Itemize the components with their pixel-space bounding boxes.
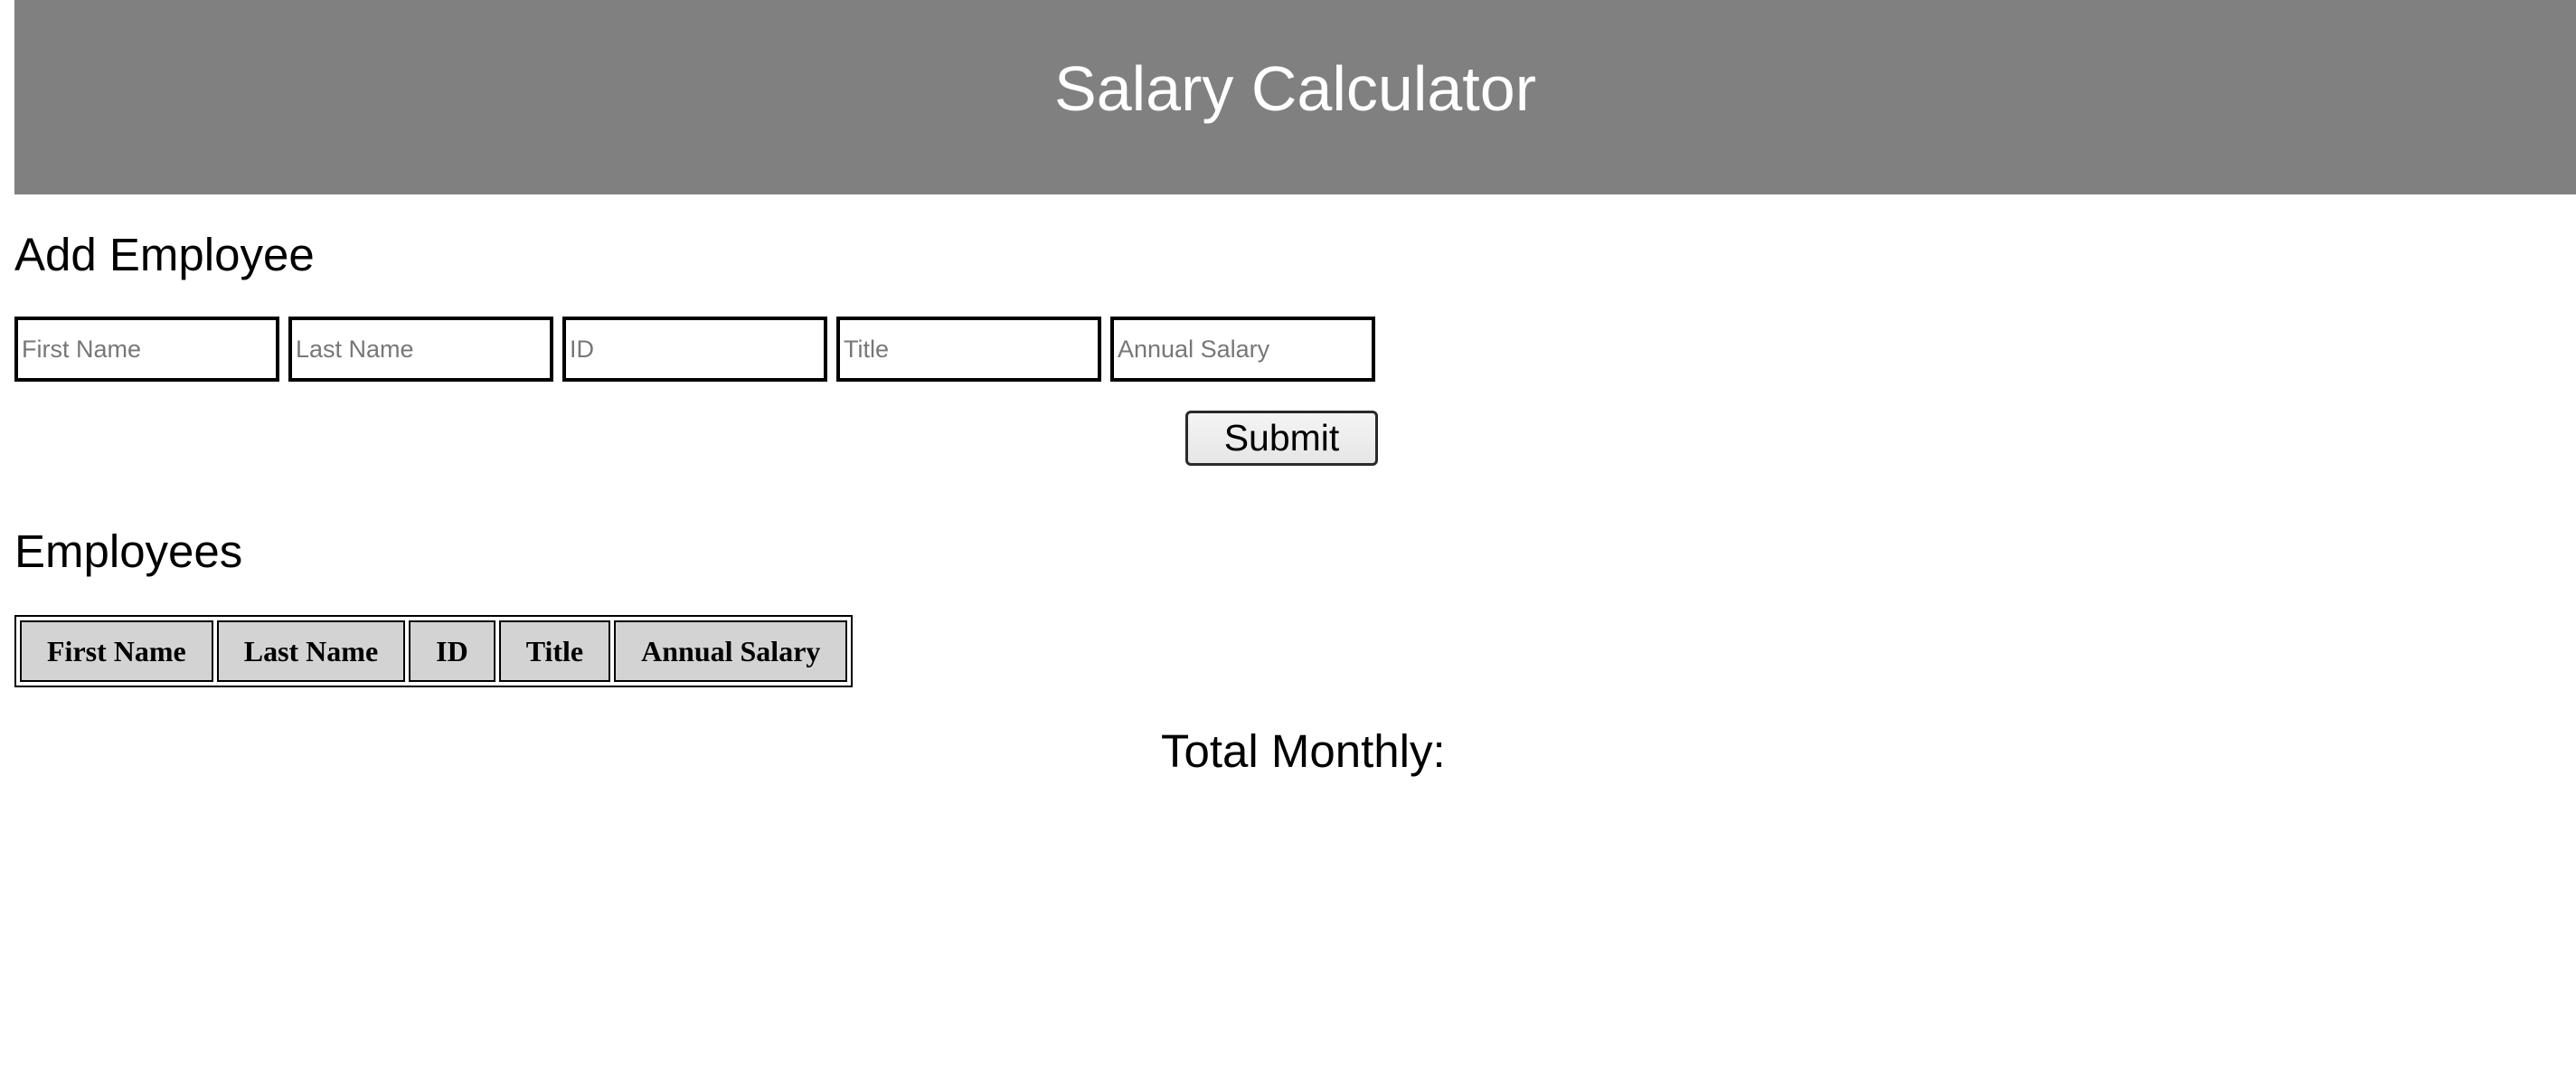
submit-button[interactable]: Submit xyxy=(1185,411,1378,466)
column-header-title: Title xyxy=(498,620,611,682)
add-employee-form xyxy=(14,317,1375,382)
salary-calculator-page: Salary Calculator Add Employee Submit Em… xyxy=(0,0,2576,1088)
annual-salary-input[interactable] xyxy=(1110,317,1375,382)
employees-table-head: First Name Last Name ID Title Annual Sal… xyxy=(20,620,848,682)
id-input[interactable] xyxy=(562,317,827,382)
employees-table-wrapper: First Name Last Name ID Title Annual Sal… xyxy=(14,615,854,687)
column-header-id: ID xyxy=(409,620,495,682)
employees-heading: Employees xyxy=(14,525,243,577)
employees-table: First Name Last Name ID Title Annual Sal… xyxy=(14,615,854,687)
column-header-first-name: First Name xyxy=(20,620,213,682)
table-header-row: First Name Last Name ID Title Annual Sal… xyxy=(20,620,848,682)
column-header-last-name: Last Name xyxy=(216,620,406,682)
column-header-annual-salary: Annual Salary xyxy=(614,620,848,682)
page-title: Salary Calculator xyxy=(1054,52,1536,124)
title-input[interactable] xyxy=(836,317,1101,382)
last-name-input[interactable] xyxy=(288,317,553,382)
total-monthly-label: Total Monthly: xyxy=(1161,725,1446,777)
add-employee-heading: Add Employee xyxy=(14,229,315,280)
page-header: Salary Calculator xyxy=(14,0,2576,194)
first-name-input[interactable] xyxy=(14,317,279,382)
